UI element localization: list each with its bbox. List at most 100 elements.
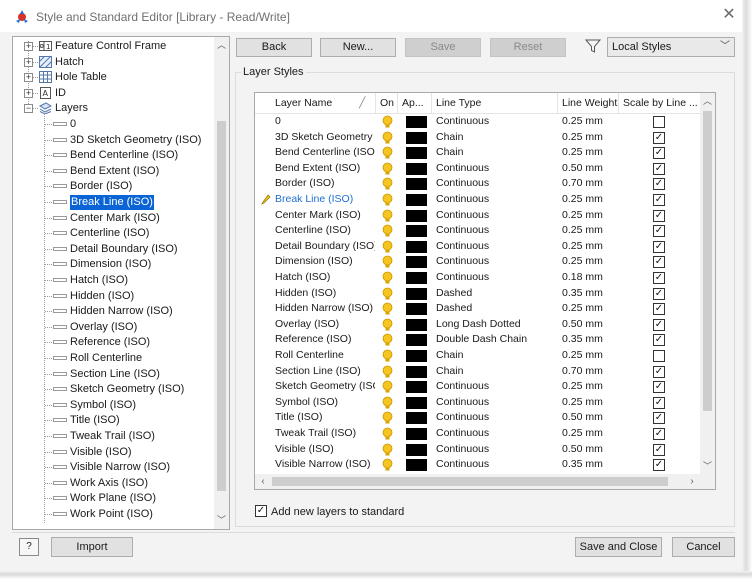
lightbulb-icon[interactable] [381,162,394,176]
table-row[interactable]: Bend Centerline (ISO) Chain 0.25 mm ✓ [255,145,700,161]
lightbulb-icon[interactable] [381,380,394,394]
layer-name-cell[interactable]: Roll Centerline [275,348,375,364]
table-row[interactable]: Title (ISO) Continuous 0.50 mm ✓ [255,410,700,426]
scale-by-line-checkbox[interactable] [653,350,665,362]
scroll-up-icon[interactable]: ︿ [700,94,715,108]
line-weight-cell[interactable]: 0.18 mm [562,270,617,286]
scale-by-line-checkbox[interactable]: ✓ [653,396,665,409]
layer-name-cell[interactable]: Detail Boundary (ISO) [275,239,375,255]
scroll-down-icon[interactable]: ﹀ [700,459,715,473]
lightbulb-icon[interactable] [381,427,394,441]
line-type-cell[interactable]: Dashed [436,286,556,302]
line-weight-cell[interactable]: 0.25 mm [562,208,617,224]
scale-by-line-checkbox[interactable]: ✓ [653,287,665,300]
expand-icon[interactable]: + [24,73,33,83]
table-row[interactable]: Bend Extent (ISO) Continuous 0.50 mm ✓ [255,161,700,177]
color-swatch[interactable] [406,131,427,144]
lightbulb-icon[interactable] [381,115,394,129]
tree-layer-item[interactable]: Section Line (ISO) [13,367,213,382]
expand-icon[interactable]: + [24,88,33,98]
table-row[interactable]: Border (ISO) Continuous 0.70 mm ✓ [255,176,700,192]
lightbulb-icon[interactable] [381,443,394,457]
line-type-cell[interactable]: Continuous [436,176,556,192]
line-type-cell[interactable]: Continuous [436,457,556,473]
line-type-cell[interactable]: Chain [436,145,556,161]
line-weight-cell[interactable]: 0.50 mm [562,317,617,333]
layer-name-cell[interactable]: Section Line (ISO) [275,364,375,380]
line-weight-cell[interactable]: 0.50 mm [562,442,617,458]
layer-name-cell[interactable]: Overlay (ISO) [275,317,375,333]
layer-name-cell[interactable]: Bend Extent (ISO) [275,161,375,177]
line-weight-cell[interactable]: 0.25 mm [562,192,617,208]
line-type-cell[interactable]: Long Dash Dotted [436,317,556,333]
scale-by-line-checkbox[interactable] [653,116,665,128]
lightbulb-icon[interactable] [381,209,394,223]
layer-name-cell[interactable]: Centerline (ISO) [275,223,375,239]
tree-layer-item[interactable]: Tweak Trail (ISO) [13,429,213,444]
color-swatch[interactable] [406,365,427,378]
table-row[interactable]: Reference (ISO) Double Dash Chain 0.35 mm ✓ [255,332,700,348]
scale-by-line-checkbox[interactable]: ✓ [653,225,665,238]
layer-name-cell[interactable]: Hatch (ISO) [275,270,375,286]
lightbulb-icon[interactable] [381,349,394,363]
line-type-cell[interactable]: Continuous [436,114,556,130]
table-row[interactable]: Visible Narrow (ISO) Continuous 0.35 mm ✓ [255,457,700,473]
scale-by-line-checkbox[interactable]: ✓ [653,459,665,472]
line-weight-cell[interactable]: 0.70 mm [562,176,617,192]
lightbulb-icon[interactable] [381,333,394,347]
line-type-cell[interactable]: Continuous [436,208,556,224]
save-and-close-button[interactable]: Save and Close [575,537,662,557]
color-swatch[interactable] [406,287,427,300]
layer-name-cell[interactable]: Visible (ISO) [275,442,375,458]
tree-layer-item[interactable]: Border (ISO) [13,179,213,194]
line-type-cell[interactable]: Continuous [436,426,556,442]
color-swatch[interactable] [406,396,427,409]
line-type-cell[interactable]: Chain [436,364,556,380]
scroll-right-icon[interactable]: › [685,474,699,489]
col-on[interactable]: On [376,93,398,113]
tree-layer-item[interactable]: Bend Centerline (ISO) [13,148,213,163]
scale-by-line-checkbox[interactable]: ✓ [653,412,665,425]
color-swatch[interactable] [406,443,427,456]
table-row[interactable]: Detail Boundary (ISO) Continuous 0.25 mm ✓ [255,239,700,255]
tree-layer-item[interactable]: Hidden Narrow (ISO) [13,304,213,319]
color-swatch[interactable] [406,412,427,425]
tree-layer-item[interactable]: Roll Centerline [13,351,213,366]
layer-name-cell[interactable]: Bend Centerline (ISO) [275,145,375,161]
color-swatch[interactable] [406,256,427,269]
line-type-cell[interactable]: Continuous [436,254,556,270]
scale-by-line-checkbox[interactable]: ✓ [653,365,665,378]
lightbulb-icon[interactable] [381,177,394,191]
color-swatch[interactable] [406,240,427,253]
new-button[interactable]: New... [320,38,396,57]
layer-styles-grid[interactable]: Layer Name ╱ On Ap... Line Type Line Wei… [254,92,716,490]
line-type-cell[interactable]: Continuous [436,270,556,286]
color-swatch[interactable] [406,116,427,128]
table-row[interactable]: Hidden (ISO) Dashed 0.35 mm ✓ [255,286,700,302]
scale-by-line-checkbox[interactable]: ✓ [653,318,665,331]
scale-by-line-checkbox[interactable]: ✓ [653,131,665,144]
tree-group-layers[interactable]: − Layers [13,101,213,116]
table-row[interactable]: Visible (ISO) Continuous 0.50 mm ✓ [255,442,700,458]
line-weight-cell[interactable]: 0.25 mm [562,301,617,317]
color-swatch[interactable] [406,428,427,440]
layer-name-cell[interactable]: Hidden Narrow (ISO) [275,301,375,317]
tree-group-hole-table[interactable]: + Hole Table [13,70,213,85]
layer-name-cell[interactable]: Dimension (ISO) [275,254,375,270]
col-line-weight[interactable]: Line Weight [558,93,619,113]
line-weight-cell[interactable]: 0.50 mm [562,161,617,177]
table-row[interactable]: Centerline (ISO) Continuous 0.25 mm ✓ [255,223,700,239]
line-type-cell[interactable]: Continuous [436,379,556,395]
line-type-cell[interactable]: Continuous [436,239,556,255]
tree-layer-item[interactable]: Reference (ISO) [13,335,213,350]
lightbulb-icon[interactable] [381,131,394,145]
layer-name-cell[interactable]: Tweak Trail (ISO) [275,426,375,442]
tree-layer-item[interactable]: Bend Extent (ISO) [13,164,213,179]
reset-button[interactable]: Reset [490,38,566,57]
line-weight-cell[interactable]: 0.35 mm [562,286,617,302]
help-button[interactable]: ? [19,538,39,556]
color-swatch[interactable] [406,225,427,238]
close-icon[interactable]: ✕ [720,6,738,24]
tree-layer-item[interactable]: Center Mark (ISO) [13,211,213,226]
import-button[interactable]: Import [51,537,133,557]
